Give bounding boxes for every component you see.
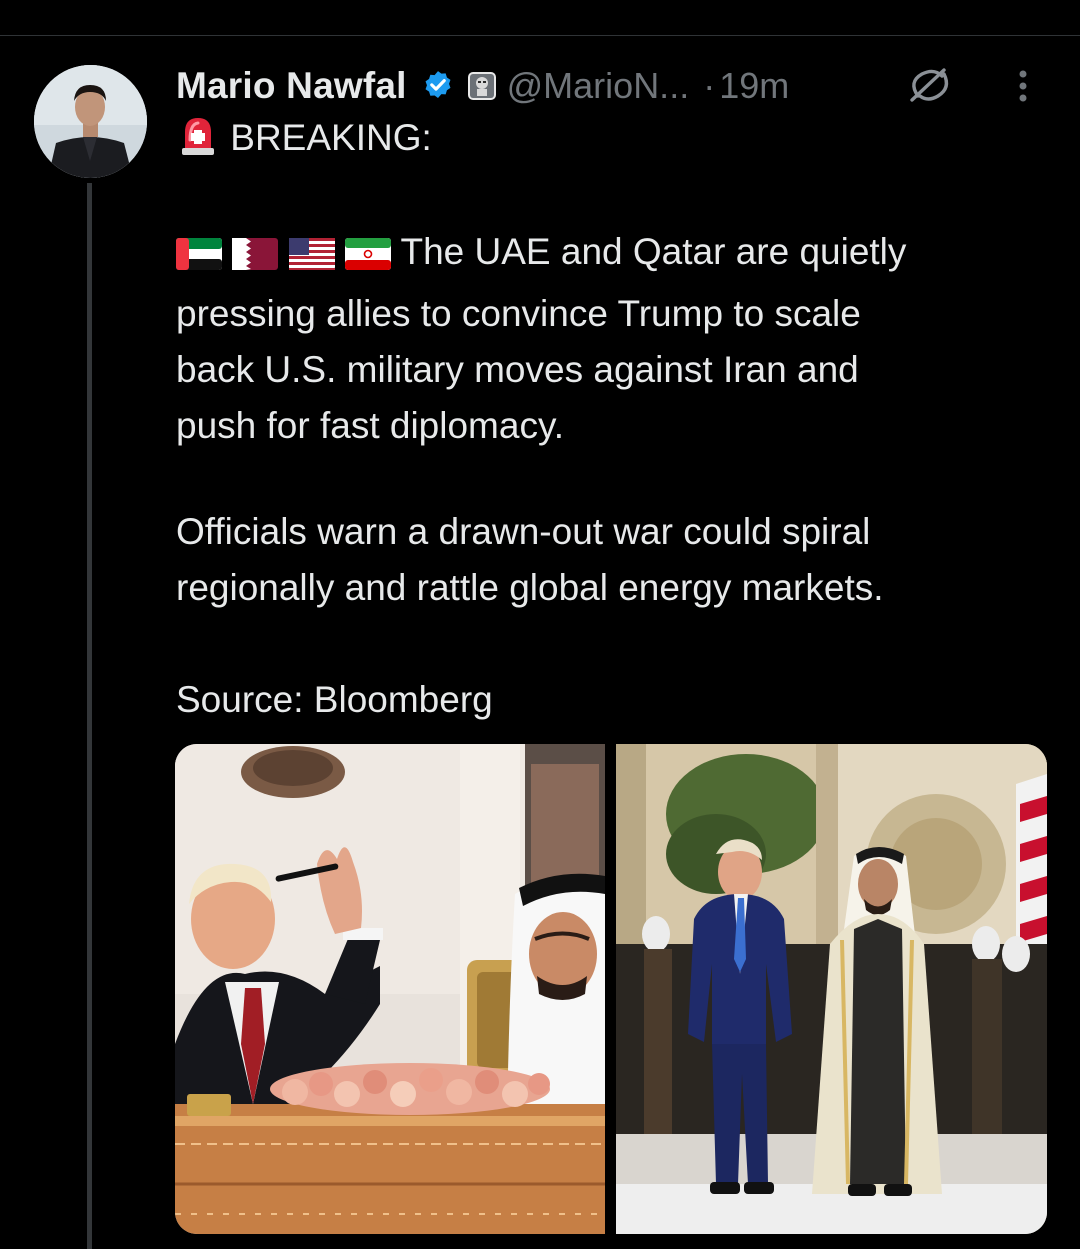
tweet-source: Source: Bloomberg: [176, 672, 1036, 728]
iran-flag: [344, 230, 391, 286]
timestamp[interactable]: 19m: [719, 65, 789, 107]
photo-walking-palace[interactable]: [616, 744, 1047, 1234]
author-avatar[interactable]: [34, 65, 147, 178]
usa-flag: [288, 230, 335, 286]
paragraph-1-line-3: back U.S. military moves against Iran an…: [176, 349, 859, 390]
grok-icon[interactable]: [904, 60, 954, 110]
uae-flag: [176, 230, 222, 286]
source-line: Source: Bloomberg: [176, 679, 493, 720]
tweet-breaking-line: BREAKING:: [176, 110, 1036, 172]
author-name[interactable]: Mario Nawfal: [176, 65, 407, 107]
top-divider: [0, 35, 1080, 36]
paragraph-2-line-1: Officials warn a drawn-out war could spi…: [176, 511, 871, 552]
meta-separator: ·: [703, 65, 716, 106]
tweet-paragraph-1: The UAE and Qatar are quietly pressing a…: [176, 224, 1036, 454]
paragraph-1-line-2: pressing allies to convince Trump to sca…: [176, 293, 861, 334]
more-vertical-icon[interactable]: [1012, 66, 1034, 108]
tweet-media: [175, 744, 1047, 1234]
tweet-paragraph-2: Officials warn a drawn-out war could spi…: [176, 504, 1036, 616]
breaking-label: BREAKING:: [230, 117, 432, 158]
photo-signing-ceremony[interactable]: [175, 744, 605, 1234]
qatar-flag: [232, 230, 279, 286]
paragraph-2-line-2: regionally and rattle global energy mark…: [176, 567, 884, 608]
affiliate-badge-icon[interactable]: [467, 71, 497, 101]
thread-connector-line: [87, 183, 92, 1249]
verified-badge-icon[interactable]: [421, 69, 455, 103]
paragraph-1-line-1: The UAE and Qatar are quietly: [400, 231, 907, 272]
paragraph-1-line-4: push for fast diplomacy.: [176, 405, 564, 446]
siren-emoji-icon: [176, 114, 220, 172]
author-handle[interactable]: @MarioN...: [507, 65, 690, 107]
